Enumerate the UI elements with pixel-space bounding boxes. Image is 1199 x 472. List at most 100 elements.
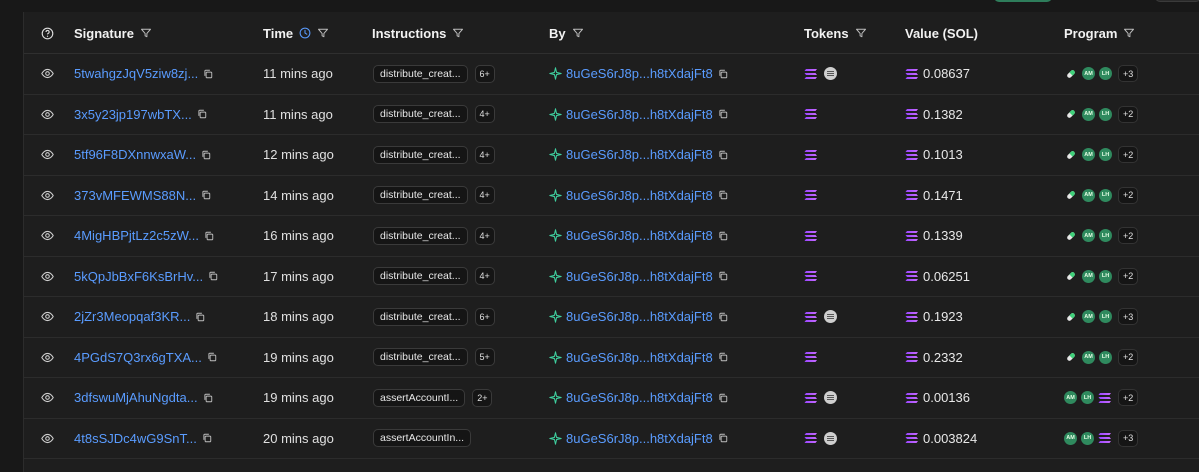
- program-more-badge[interactable]: +2: [1118, 348, 1139, 366]
- program-cell[interactable]: AM LH +2: [1064, 95, 1139, 135]
- table-row[interactable]: 5tf96F8DXnnwxaW... 12 mins ago distribut…: [24, 135, 1199, 176]
- tokens-cell[interactable]: [804, 338, 822, 378]
- instruction-pill[interactable]: distribute_creat...: [373, 348, 468, 367]
- table-row[interactable]: 4PGdS7Q3rx6gTXA... 19 mins ago distribut…: [24, 338, 1199, 378]
- eye-icon[interactable]: [41, 378, 54, 418]
- instruction-pill[interactable]: distribute_creat...: [373, 105, 468, 124]
- eye-icon[interactable]: [41, 257, 54, 297]
- copy-icon[interactable]: [718, 150, 728, 160]
- copy-icon[interactable]: [203, 393, 213, 403]
- program-more-badge[interactable]: +2: [1118, 389, 1139, 407]
- copy-icon[interactable]: [203, 69, 213, 79]
- program-more-badge[interactable]: +3: [1118, 308, 1139, 326]
- table-row[interactable]: 3x5y23jp197wbTX... 11 mins ago distribut…: [24, 95, 1199, 135]
- signer-link[interactable]: 8uGeS6rJ8p...h8tXdajFt8: [566, 107, 713, 122]
- copy-icon[interactable]: [207, 352, 217, 362]
- table-row[interactable]: 4MigHBPjtLz2c5zW... 16 mins ago distribu…: [24, 216, 1199, 257]
- eye-icon[interactable]: [41, 216, 54, 256]
- instruction-pill[interactable]: distribute_creat...: [373, 226, 468, 245]
- tokens-cell[interactable]: [804, 176, 822, 216]
- instruction-count-badge[interactable]: 6+: [474, 307, 495, 326]
- eye-icon[interactable]: [41, 338, 54, 378]
- table-row[interactable]: 3dfswuMjAhuNgdta... 19 mins ago assertAc…: [24, 378, 1199, 419]
- signature-link[interactable]: 4PGdS7Q3rx6gTXA...: [74, 350, 202, 365]
- filter-icon[interactable]: [572, 27, 584, 39]
- column-header-value[interactable]: Value (SOL): [905, 12, 978, 54]
- copy-icon[interactable]: [201, 190, 211, 200]
- tokens-cell[interactable]: [804, 297, 837, 337]
- tokens-cell[interactable]: [804, 419, 837, 459]
- copy-icon[interactable]: [195, 312, 205, 322]
- program-cell[interactable]: AM LH +2: [1064, 216, 1139, 256]
- signature-link[interactable]: 4MigHBPjtLz2c5zW...: [74, 228, 199, 243]
- table-row[interactable]: 5kQpJbBxF6KsBrHv... 17 mins ago distribu…: [24, 257, 1199, 297]
- filter-icon[interactable]: [317, 27, 329, 39]
- program-cell[interactable]: AM LH +3: [1064, 419, 1139, 459]
- table-row[interactable]: 4t8sSJDc4wG9SnT... 20 mins ago assertAcc…: [24, 419, 1199, 459]
- signer-link[interactable]: 8uGeS6rJ8p...h8tXdajFt8: [566, 228, 713, 243]
- tokens-cell[interactable]: [804, 378, 837, 418]
- copy-icon[interactable]: [718, 109, 728, 119]
- help-icon[interactable]: [41, 12, 54, 54]
- column-header-by[interactable]: By: [549, 12, 584, 54]
- program-cell[interactable]: AM LH +2: [1064, 378, 1139, 418]
- top-action-button[interactable]: [994, 0, 1052, 2]
- signature-link[interactable]: 3x5y23jp197wbTX...: [74, 107, 192, 122]
- program-cell[interactable]: AM LH +3: [1064, 297, 1139, 337]
- tokens-cell[interactable]: [804, 54, 837, 94]
- copy-icon[interactable]: [201, 150, 211, 160]
- copy-icon[interactable]: [718, 190, 728, 200]
- signature-link[interactable]: 5twahgzJqV5ziw8zj...: [74, 66, 198, 81]
- eye-icon[interactable]: [41, 135, 54, 175]
- program-cell[interactable]: AM LH +2: [1064, 176, 1139, 216]
- filter-icon[interactable]: [1123, 27, 1135, 39]
- eye-icon[interactable]: [41, 297, 54, 337]
- tokens-cell[interactable]: [804, 135, 822, 175]
- tokens-cell[interactable]: [804, 216, 822, 256]
- copy-icon[interactable]: [718, 312, 728, 322]
- column-header-time[interactable]: Time: [263, 12, 329, 54]
- column-header-program[interactable]: Program: [1064, 12, 1135, 54]
- tokens-cell[interactable]: [804, 95, 822, 135]
- program-more-badge[interactable]: +2: [1118, 267, 1139, 285]
- instruction-pill[interactable]: assertAccountIn...: [373, 429, 472, 448]
- instruction-count-badge[interactable]: 5+: [474, 348, 495, 367]
- signer-link[interactable]: 8uGeS6rJ8p...h8tXdajFt8: [566, 390, 713, 405]
- table-row[interactable]: 2jZr3Meopqaf3KR... 18 mins ago distribut…: [24, 297, 1199, 338]
- column-header-tokens[interactable]: Tokens: [804, 12, 867, 54]
- instruction-pill[interactable]: distribute_creat...: [373, 64, 468, 83]
- eye-icon[interactable]: [41, 419, 54, 459]
- instruction-pill[interactable]: distribute_creat...: [373, 145, 468, 164]
- instruction-pill[interactable]: distribute_creat...: [373, 307, 468, 326]
- table-row[interactable]: 5twahgzJqV5ziw8zj... 11 mins ago distrib…: [24, 54, 1199, 95]
- copy-icon[interactable]: [208, 271, 218, 281]
- instruction-pill[interactable]: assertAccountI...: [373, 388, 466, 407]
- program-cell[interactable]: AM LH +3: [1064, 54, 1139, 94]
- copy-icon[interactable]: [718, 231, 728, 241]
- copy-icon[interactable]: [204, 231, 214, 241]
- program-cell[interactable]: AM LH +2: [1064, 135, 1139, 175]
- signature-link[interactable]: 4t8sSJDc4wG9SnT...: [74, 431, 197, 446]
- table-row[interactable]: 373vMFEWMS88N... 14 mins ago distribute_…: [24, 176, 1199, 216]
- program-more-badge[interactable]: +3: [1118, 65, 1139, 83]
- instruction-count-badge[interactable]: 4+: [474, 145, 495, 164]
- copy-icon[interactable]: [718, 271, 728, 281]
- filter-icon[interactable]: [140, 27, 152, 39]
- program-cell[interactable]: AM LH +2: [1064, 338, 1139, 378]
- copy-icon[interactable]: [718, 352, 728, 362]
- instruction-pill[interactable]: distribute_creat...: [373, 186, 468, 205]
- clock-icon[interactable]: [299, 27, 311, 39]
- signer-link[interactable]: 8uGeS6rJ8p...h8tXdajFt8: [566, 147, 713, 162]
- tokens-cell[interactable]: [804, 257, 822, 297]
- copy-icon[interactable]: [197, 109, 207, 119]
- signer-link[interactable]: 8uGeS6rJ8p...h8tXdajFt8: [566, 309, 713, 324]
- instruction-count-badge[interactable]: 2+: [472, 388, 493, 407]
- copy-icon[interactable]: [718, 393, 728, 403]
- signature-link[interactable]: 3dfswuMjAhuNgdta...: [74, 390, 198, 405]
- signer-link[interactable]: 8uGeS6rJ8p...h8tXdajFt8: [566, 66, 713, 81]
- signer-link[interactable]: 8uGeS6rJ8p...h8tXdajFt8: [566, 350, 713, 365]
- signer-link[interactable]: 8uGeS6rJ8p...h8tXdajFt8: [566, 188, 713, 203]
- program-more-badge[interactable]: +2: [1118, 227, 1139, 245]
- column-header-signature[interactable]: Signature: [74, 12, 152, 54]
- copy-icon[interactable]: [718, 433, 728, 443]
